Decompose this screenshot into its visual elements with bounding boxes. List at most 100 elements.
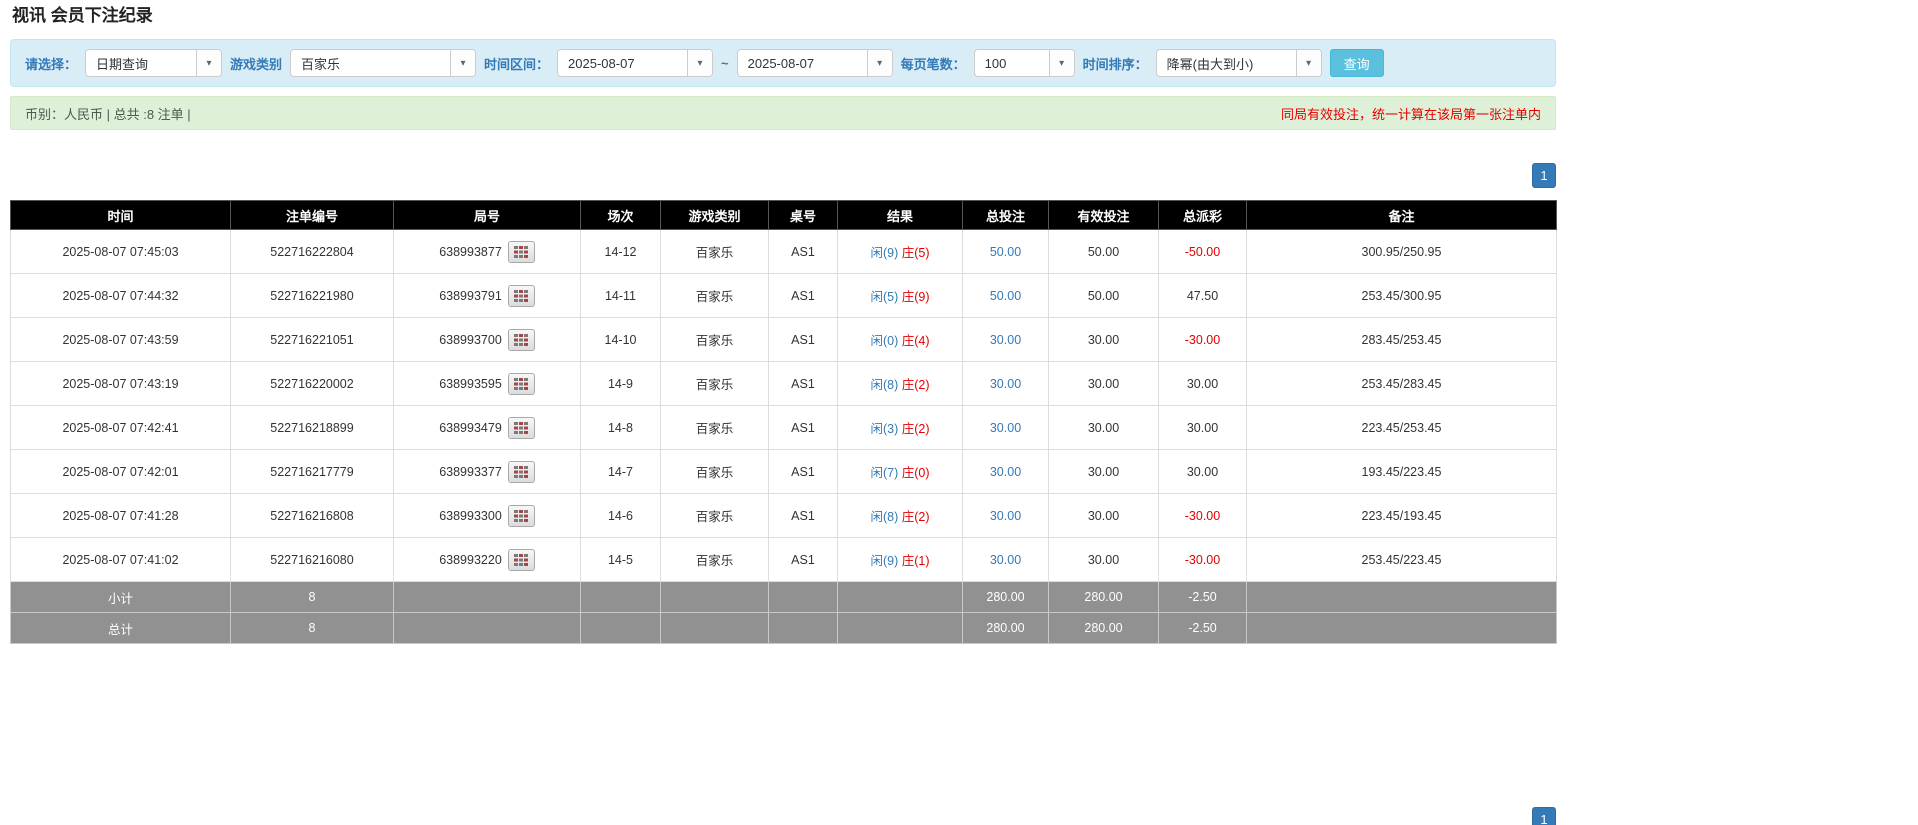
result-banker: 庄(0) bbox=[902, 466, 930, 480]
column-header: 总派彩 bbox=[1159, 201, 1247, 230]
road-grid-icon bbox=[514, 246, 528, 258]
cell-session: 14-12 bbox=[581, 230, 661, 274]
result-player: 闲(9) bbox=[870, 246, 898, 260]
query-button[interactable]: 查询 bbox=[1330, 49, 1384, 77]
result-banker: 庄(5) bbox=[902, 246, 930, 260]
chevron-down-icon[interactable]: ▾ bbox=[1049, 50, 1074, 76]
empty-cell bbox=[769, 613, 838, 644]
cell-total-bet: 30.00 bbox=[963, 406, 1049, 450]
cell-table-no: AS1 bbox=[769, 274, 838, 318]
cell-time: 2025-08-07 07:42:41 bbox=[11, 406, 231, 450]
same-round-notice: 同局有效投注，统一计算在该局第一张注单内 bbox=[1281, 104, 1541, 123]
road-map-button[interactable] bbox=[508, 285, 535, 307]
total-count: 8 bbox=[231, 613, 394, 644]
road-map-button[interactable] bbox=[508, 505, 535, 527]
chevron-down-icon[interactable]: ▾ bbox=[1296, 50, 1321, 76]
column-header: 桌号 bbox=[769, 201, 838, 230]
cell-total-bet: 30.00 bbox=[963, 362, 1049, 406]
bet-records-table: 时间注单编号局号场次游戏类别桌号结果总投注有效投注总派彩备注 2025-08-0… bbox=[10, 200, 1557, 644]
date-from-input[interactable]: 2025-08-07 ▾ bbox=[557, 49, 713, 77]
road-grid-icon bbox=[514, 554, 528, 566]
time-sort-label: 时间排序： bbox=[1083, 54, 1148, 73]
cell-time: 2025-08-07 07:42:01 bbox=[11, 450, 231, 494]
empty-cell bbox=[838, 613, 963, 644]
cell-bet-id: 522716220002 bbox=[231, 362, 394, 406]
table-row: 2025-08-07 07:42:41522716218899638993479… bbox=[11, 406, 1557, 450]
table-row: 2025-08-07 07:45:03522716222804638993877… bbox=[11, 230, 1557, 274]
road-map-button[interactable] bbox=[508, 549, 535, 571]
empty-cell bbox=[581, 582, 661, 613]
empty-cell bbox=[661, 613, 769, 644]
cell-bet-id: 522716216808 bbox=[231, 494, 394, 538]
chevron-down-icon[interactable]: ▾ bbox=[196, 50, 221, 76]
time-sort-value: 降幂(由大到小) bbox=[1157, 50, 1296, 76]
total-bet-link[interactable]: 30.00 bbox=[990, 377, 1021, 391]
cell-total-bet: 30.00 bbox=[963, 450, 1049, 494]
total-bet-link[interactable]: 30.00 bbox=[990, 509, 1021, 523]
cell-time: 2025-08-07 07:43:59 bbox=[11, 318, 231, 362]
cell-valid-bet: 30.00 bbox=[1049, 450, 1159, 494]
road-map-button[interactable] bbox=[508, 329, 535, 351]
road-map-button[interactable] bbox=[508, 241, 535, 263]
date-to-input[interactable]: 2025-08-07 ▾ bbox=[737, 49, 893, 77]
game-type-dropdown[interactable]: 百家乐 ▾ bbox=[290, 49, 476, 77]
road-map-button[interactable] bbox=[508, 417, 535, 439]
cell-payout: 30.00 bbox=[1159, 450, 1247, 494]
page-content: 视讯 会员下注纪录 请选择： 日期查询 ▾ 游戏类别 百家乐 ▾ 时间区间： 2… bbox=[10, 5, 1556, 825]
result-banker: 庄(2) bbox=[902, 378, 930, 392]
table-header-row: 时间注单编号局号场次游戏类别桌号结果总投注有效投注总派彩备注 bbox=[11, 201, 1557, 230]
subtotal-total-bet: 280.00 bbox=[963, 582, 1049, 613]
total-bet-link[interactable]: 30.00 bbox=[990, 421, 1021, 435]
cell-session: 14-11 bbox=[581, 274, 661, 318]
column-header: 有效投注 bbox=[1049, 201, 1159, 230]
road-map-button[interactable] bbox=[508, 461, 535, 483]
cell-remark: 283.45/253.45 bbox=[1247, 318, 1557, 362]
column-header: 结果 bbox=[838, 201, 963, 230]
total-bet-link[interactable]: 30.00 bbox=[990, 465, 1021, 479]
chevron-down-icon[interactable]: ▾ bbox=[687, 50, 712, 76]
total-payout: -2.50 bbox=[1159, 613, 1247, 644]
select-type-value: 日期查询 bbox=[86, 50, 196, 76]
page-title: 视讯 会员下注纪录 bbox=[12, 5, 1556, 27]
page-size-dropdown[interactable]: 100 ▾ bbox=[974, 49, 1075, 77]
result-player: 闲(5) bbox=[870, 290, 898, 304]
total-bet-link[interactable]: 30.00 bbox=[990, 333, 1021, 347]
result-banker: 庄(4) bbox=[902, 334, 930, 348]
cell-game-type: 百家乐 bbox=[661, 230, 769, 274]
cell-game-type: 百家乐 bbox=[661, 274, 769, 318]
table-row: 2025-08-07 07:43:19522716220002638993595… bbox=[11, 362, 1557, 406]
cell-round-id: 638993220 bbox=[394, 538, 581, 582]
total-bet-link[interactable]: 30.00 bbox=[990, 553, 1021, 567]
road-map-button[interactable] bbox=[508, 373, 535, 395]
subtotal-valid-bet: 280.00 bbox=[1049, 582, 1159, 613]
cell-round-id: 638993300 bbox=[394, 494, 581, 538]
chevron-down-icon[interactable]: ▾ bbox=[867, 50, 892, 76]
cell-session: 14-10 bbox=[581, 318, 661, 362]
select-type-dropdown[interactable]: 日期查询 ▾ bbox=[85, 49, 222, 77]
cell-payout: -30.00 bbox=[1159, 538, 1247, 582]
empty-cell bbox=[1247, 582, 1557, 613]
total-bet-link[interactable]: 50.00 bbox=[990, 289, 1021, 303]
road-grid-icon bbox=[514, 378, 528, 390]
cell-result: 闲(8) 庄(2) bbox=[838, 494, 963, 538]
column-header: 总投注 bbox=[963, 201, 1049, 230]
chevron-down-icon[interactable]: ▾ bbox=[450, 50, 475, 76]
currency-total-text: 币别：人民币 | 总共 :8 注单 | bbox=[25, 104, 191, 123]
total-label: 总计 bbox=[11, 613, 231, 644]
cell-round-id: 638993595 bbox=[394, 362, 581, 406]
cell-total-bet: 50.00 bbox=[963, 274, 1049, 318]
cell-game-type: 百家乐 bbox=[661, 450, 769, 494]
table-row: 2025-08-07 07:41:28522716216808638993300… bbox=[11, 494, 1557, 538]
range-separator: ~ bbox=[721, 56, 729, 71]
pagination-page-1-bottom[interactable]: 1 bbox=[1532, 807, 1556, 825]
cell-table-no: AS1 bbox=[769, 318, 838, 362]
cell-round-id: 638993479 bbox=[394, 406, 581, 450]
result-banker: 庄(2) bbox=[902, 510, 930, 524]
total-bet-link[interactable]: 50.00 bbox=[990, 245, 1021, 259]
cell-table-no: AS1 bbox=[769, 362, 838, 406]
pagination-page-1-top[interactable]: 1 bbox=[1532, 163, 1556, 188]
cell-remark: 300.95/250.95 bbox=[1247, 230, 1557, 274]
cell-result: 闲(9) 庄(1) bbox=[838, 538, 963, 582]
time-sort-dropdown[interactable]: 降幂(由大到小) ▾ bbox=[1156, 49, 1322, 77]
cell-table-no: AS1 bbox=[769, 450, 838, 494]
